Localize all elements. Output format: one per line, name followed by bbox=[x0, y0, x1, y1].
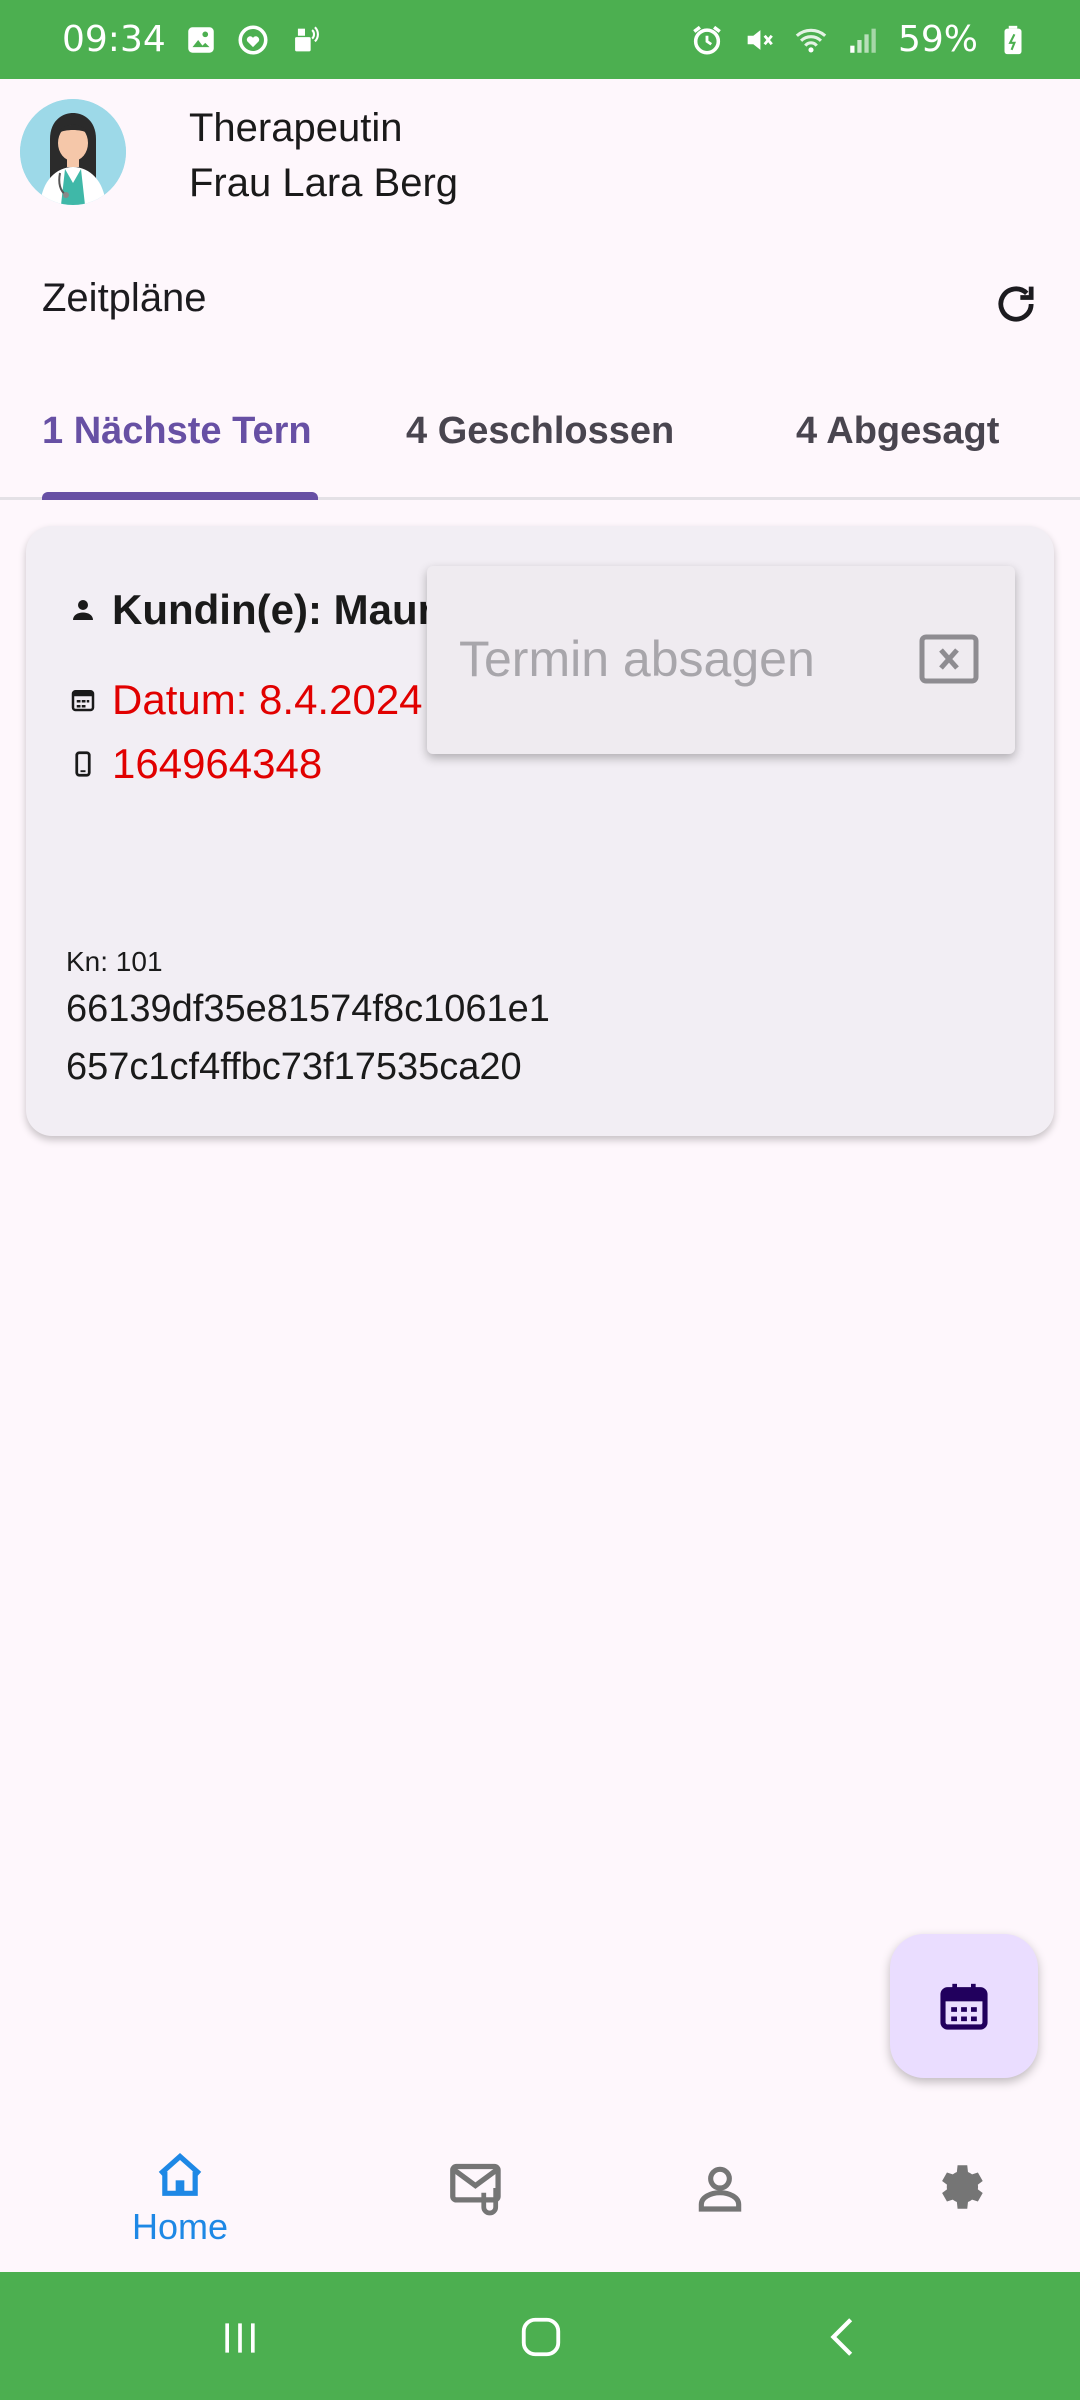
phone-row: 164964348 bbox=[68, 740, 322, 788]
calendar-small-icon bbox=[71, 690, 95, 712]
system-navigation-bar bbox=[0, 2272, 1080, 2400]
cancel-appointment-item[interactable]: Termin absagen bbox=[459, 630, 815, 688]
bottom-navigation: Home bbox=[0, 2120, 1080, 2272]
status-left: 09:34 bbox=[62, 19, 322, 60]
alarm-icon bbox=[693, 25, 721, 55]
nav-messages[interactable] bbox=[389, 2158, 569, 2218]
tab-next-appointments[interactable]: 1 Nächste Tern bbox=[42, 410, 318, 453]
customer-id: 657c1cf4ffbc73f17535ca20 bbox=[66, 1046, 522, 1088]
refresh-icon[interactable] bbox=[990, 278, 1042, 330]
wifi-icon bbox=[795, 28, 827, 52]
mail-attachment-icon bbox=[450, 2163, 501, 2216]
close-box-icon[interactable] bbox=[919, 634, 979, 684]
health-icon bbox=[238, 24, 268, 55]
back-icon[interactable] bbox=[820, 2314, 866, 2360]
recent-apps-icon[interactable] bbox=[218, 2316, 262, 2360]
status-bar: 09:34 59% bbox=[0, 0, 1080, 79]
new-appointment-button[interactable] bbox=[890, 1934, 1038, 2078]
home-icon bbox=[158, 2153, 202, 2196]
title-row: Zeitpläne bbox=[0, 260, 1080, 340]
tab-closed[interactable]: 4 Geschlossen bbox=[406, 410, 674, 453]
nav-settings[interactable] bbox=[870, 2158, 1050, 2216]
gallery-icon bbox=[188, 26, 214, 53]
home-button-icon[interactable] bbox=[518, 2314, 564, 2360]
battery-icon bbox=[1004, 25, 1022, 54]
date-row: Datum: 8.4.2024 bbox=[68, 676, 423, 724]
phone-number[interactable]: 164964348 bbox=[112, 740, 322, 788]
doctor-avatar-icon bbox=[20, 99, 126, 205]
therapist-role: Therapeutin bbox=[189, 106, 403, 150]
status-time: 09:34 bbox=[62, 19, 166, 60]
settings-icon bbox=[942, 2165, 983, 2209]
therapist-name: Frau Lara Berg bbox=[189, 161, 459, 205]
tab-cancelled[interactable]: 4 Abgesagt bbox=[796, 410, 999, 453]
customer-name: Kundin(e): Maur bbox=[112, 586, 434, 633]
nav-home[interactable]: Home bbox=[90, 2150, 270, 2248]
calendar-icon bbox=[940, 1983, 988, 2030]
sim-icon bbox=[294, 25, 319, 51]
active-tab-indicator bbox=[42, 492, 318, 500]
nav-profile[interactable] bbox=[630, 2158, 810, 2218]
appointment-date: Datum: 8.4.2024 bbox=[112, 676, 423, 723]
battery-percent: 59% bbox=[897, 19, 978, 60]
mute-icon bbox=[747, 29, 773, 50]
header-text: Therapeutin Frau Lara Berg bbox=[189, 101, 458, 211]
doctor-avatar[interactable] bbox=[20, 99, 126, 205]
appointment-tabs: 1 Nächste Tern 4 Geschlossen 4 Abgesagt bbox=[0, 390, 1080, 500]
phone-icon bbox=[75, 751, 91, 777]
signal-icon bbox=[850, 28, 876, 53]
person-icon bbox=[73, 600, 93, 620]
status-right: 59% bbox=[690, 19, 1030, 60]
context-menu: Termin absagen bbox=[427, 566, 1015, 754]
profile-header: Therapeutin Frau Lara Berg bbox=[0, 79, 1080, 229]
customer-row: Kundin(e): Maur bbox=[68, 586, 434, 634]
customer-number: Kn: 101 bbox=[66, 946, 163, 977]
person-outline-icon bbox=[698, 2166, 742, 2212]
page-title: Zeitpläne bbox=[42, 276, 207, 320]
nav-home-label: Home bbox=[131, 2206, 229, 2247]
appointment-id: 66139df35e81574f8c1061e1 bbox=[66, 988, 550, 1030]
